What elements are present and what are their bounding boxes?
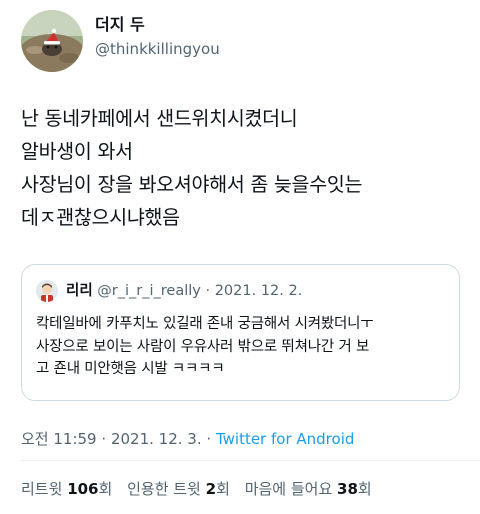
quoted-avatar-image <box>36 280 58 302</box>
quoted-author-avatar <box>36 280 58 302</box>
likes-suffix: 회 <box>357 480 372 498</box>
engagement-stats: 리트윗 106회 인용한 트윗 2회 마음에 들어요 38회 <box>21 478 382 499</box>
meta-separator: · <box>101 430 107 448</box>
tweet-meta: 오전 11:59 · 2021. 12. 3. · Twitter for An… <box>21 428 354 449</box>
quoted-tweet[interactable]: 리리 @r_i_r_i_really · 2021. 12. 2. 칵테일바에 … <box>21 264 460 401</box>
retweets-stat[interactable]: 리트윗 106회 <box>21 480 112 498</box>
tweet-date[interactable]: 2021. 12. 3. <box>111 430 202 448</box>
quoted-header: 리리 @r_i_r_i_really · 2021. 12. 2. <box>66 281 302 301</box>
quoted-display-name: 리리 <box>66 283 93 299</box>
quoted-separator: · <box>205 283 211 299</box>
retweets-count: 106 <box>67 480 99 498</box>
likes-count: 38 <box>337 480 358 498</box>
quotes-count: 2 <box>205 480 217 498</box>
tweet-time[interactable]: 오전 11:59 <box>21 430 97 448</box>
quoted-text: 칵테일바에 카푸치노 있길래 존내 궁금해서 시켜봤더니ㅜ 사장으로 보이는 사… <box>36 316 374 377</box>
retweets-suffix: 회 <box>98 480 113 498</box>
tweet-source-link[interactable]: Twitter for Android <box>216 430 354 448</box>
divider <box>21 460 480 461</box>
tweet-text: 난 동네카페에서 샌드위치시켰더니 알바생이 와서 사장님이 장을 봐오셔야해서… <box>21 107 363 229</box>
likes-stat[interactable]: 마음에 들어요 38회 <box>245 480 372 498</box>
quoted-handle: @r_i_r_i_really <box>97 283 201 299</box>
meta-separator: · <box>206 430 212 448</box>
author-handle[interactable]: @thinkkillingyou <box>95 39 220 59</box>
author-display-name[interactable]: 더지 두 <box>95 14 220 36</box>
author-info: 더지 두 @thinkkillingyou <box>95 14 220 59</box>
likes-label: 마음에 들어요 <box>244 480 333 498</box>
quotes-label: 인용한 트윗 <box>127 480 201 498</box>
tweet-detail: 더지 두 @thinkkillingyou 난 동네카페에서 샌드위치시켰더니 … <box>0 0 480 514</box>
author-avatar[interactable] <box>21 10 83 72</box>
quotes-suffix: 회 <box>216 480 230 498</box>
quotes-stat[interactable]: 인용한 트윗 2회 <box>127 480 230 498</box>
avatar-image <box>21 10 83 72</box>
quoted-date: 2021. 12. 2. <box>214 283 303 299</box>
retweets-label: 리트윗 <box>21 480 63 498</box>
